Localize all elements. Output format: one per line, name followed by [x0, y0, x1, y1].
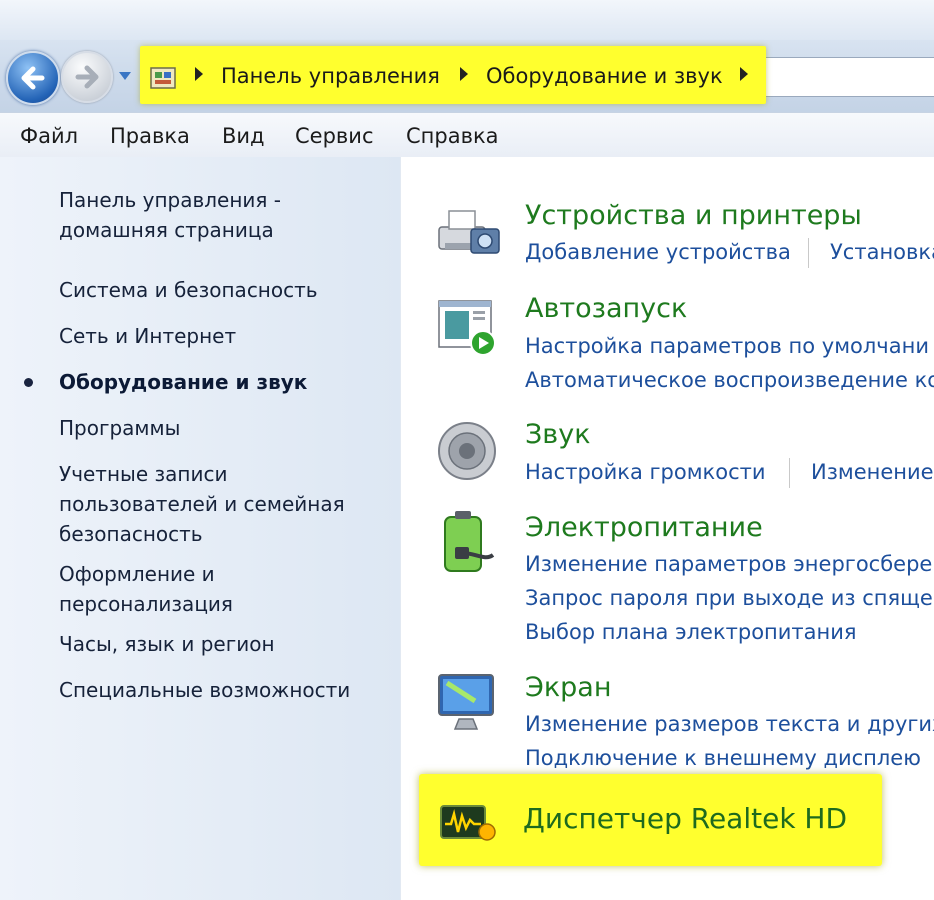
- sidebar-item-user-accounts-line2[interactable]: пользователей и семейная: [59, 489, 345, 519]
- sidebar-item-programs[interactable]: Программы: [59, 413, 180, 443]
- sidebar-item-user-accounts-line1[interactable]: Учетные записи: [59, 459, 227, 489]
- category-sound-title[interactable]: Звук: [525, 418, 591, 452]
- link-external-display[interactable]: Подключение к внешнему дисплею: [525, 744, 921, 772]
- link-power-plan[interactable]: Выбор плана электропитания: [525, 618, 857, 646]
- menu-file[interactable]: Файл: [20, 123, 78, 149]
- category-power-title[interactable]: Электропитание: [525, 511, 763, 545]
- link-text-size[interactable]: Изменение размеров текста и других: [525, 710, 934, 738]
- link-separator: [789, 458, 790, 488]
- forward-button[interactable]: [61, 51, 113, 103]
- link-adjust-volume[interactable]: Настройка громкости: [525, 458, 766, 486]
- category-devices-printers-title[interactable]: Устройства и принтеры: [525, 199, 862, 233]
- link-change-sounds[interactable]: Изменение: [811, 458, 934, 486]
- speaker-icon[interactable]: [435, 419, 499, 483]
- category-autoplay-title[interactable]: Автозапуск: [525, 292, 687, 326]
- menu-tools[interactable]: Сервис: [295, 123, 373, 149]
- battery-plug-icon[interactable]: [435, 509, 501, 577]
- menu-help[interactable]: Справка: [406, 123, 499, 149]
- link-autoplay-defaults[interactable]: Настройка параметров по умолчани: [525, 332, 929, 360]
- category-display-title[interactable]: Экран: [525, 671, 612, 705]
- sidebar-item-network[interactable]: Сеть и Интернет: [59, 321, 236, 351]
- link-wake-password[interactable]: Запрос пароля при выходе из спящег: [525, 584, 934, 612]
- link-power-saving[interactable]: Изменение параметров энергосберег: [525, 550, 934, 578]
- back-button[interactable]: [6, 51, 60, 105]
- autoplay-icon[interactable]: [435, 297, 499, 357]
- sidebar-item-appearance-line1[interactable]: Оформление и: [59, 559, 215, 589]
- link-install-printer[interactable]: Установка: [830, 238, 934, 266]
- breadcrumb-control-panel[interactable]: Панель управления: [221, 62, 440, 90]
- breadcrumb-hardware-sound[interactable]: Оборудование и звук: [486, 62, 723, 90]
- realtek-manager-title[interactable]: Диспетчер Realtek HD: [523, 802, 847, 836]
- sidebar-item-appearance-line2[interactable]: персонализация: [59, 589, 233, 619]
- link-separator: [808, 238, 809, 268]
- sidebar-item-system-security[interactable]: Система и безопасность: [59, 275, 318, 305]
- sidebar-item-clock-region[interactable]: Часы, язык и регион: [59, 629, 275, 659]
- menu-view[interactable]: Вид: [222, 123, 265, 149]
- realtek-audio-icon: [440, 805, 496, 841]
- breadcrumb-separator-icon[interactable]: [740, 67, 748, 81]
- active-bullet-icon: [24, 378, 33, 387]
- arrow-left-icon: [21, 66, 45, 90]
- link-autoplay-cd[interactable]: Автоматическое воспроизведение ко: [525, 366, 934, 394]
- menu-edit[interactable]: Правка: [110, 123, 190, 149]
- link-add-device[interactable]: Добавление устройства: [525, 238, 791, 266]
- sidebar-item-user-accounts-line3[interactable]: безопасность: [59, 519, 203, 549]
- printer-camera-icon[interactable]: [435, 203, 503, 263]
- sidebar-home-line1[interactable]: Панель управления -: [59, 185, 281, 215]
- history-dropdown-button[interactable]: [118, 70, 132, 82]
- sidebar-home-line2[interactable]: домашняя страница: [59, 215, 274, 245]
- control-panel-icon: [150, 67, 176, 89]
- sidebar-item-hardware-sound[interactable]: Оборудование и звук: [59, 367, 307, 397]
- monitor-icon[interactable]: [435, 671, 499, 735]
- breadcrumb-separator-icon[interactable]: [460, 67, 468, 81]
- menu-bar: Файл Правка Вид Сервис Справка: [0, 112, 934, 158]
- arrow-right-icon: [75, 65, 99, 89]
- breadcrumb-separator-icon[interactable]: [195, 67, 203, 81]
- sidebar-item-accessibility[interactable]: Специальные возможности: [59, 675, 350, 705]
- realtek-item-highlight[interactable]: Диспетчер Realtek HD: [419, 774, 882, 866]
- content-panel: Устройства и принтеры Добавление устройс…: [401, 157, 934, 900]
